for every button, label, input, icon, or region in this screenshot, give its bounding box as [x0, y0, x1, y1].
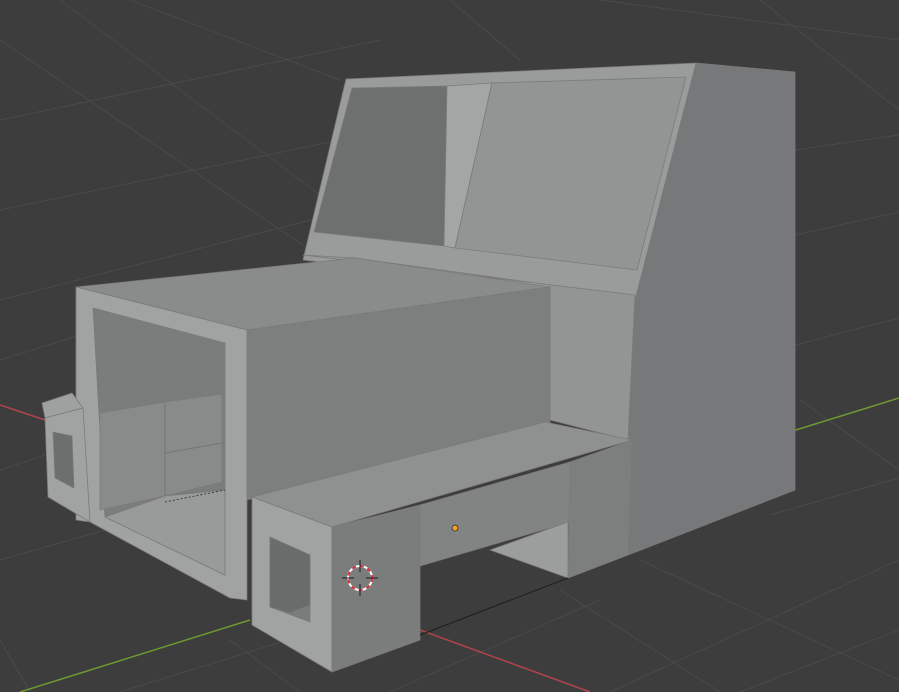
bumper-left-block-side	[331, 504, 421, 673]
object-origin-dot[interactable]	[451, 524, 459, 532]
bumper-right-block	[567, 439, 633, 579]
cab-model[interactable]	[41, 62, 796, 673]
y-axis-line-front	[19, 619, 251, 692]
viewport-canvas[interactable]	[0, 0, 899, 692]
ground-edge	[419, 577, 569, 636]
windshield-left-pane	[313, 85, 448, 247]
x-axis-line-front	[419, 629, 591, 692]
3d-viewport[interactable]	[0, 0, 899, 692]
x-axis-line	[0, 404, 46, 421]
